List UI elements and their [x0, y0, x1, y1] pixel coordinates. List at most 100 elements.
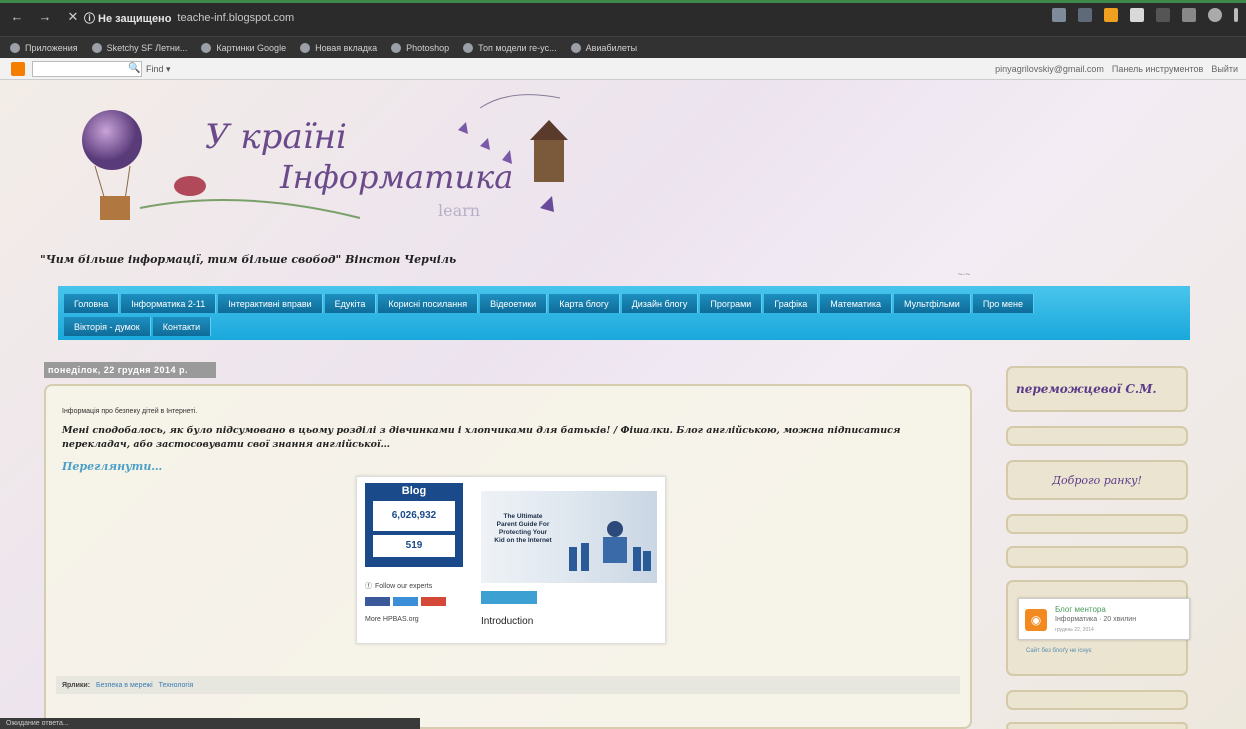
menu-item[interactable]: Інтерактивні вправи	[218, 294, 323, 313]
status-bar: Ожидание ответа...	[0, 718, 420, 729]
read-article-button[interactable]	[481, 591, 537, 604]
label-link[interactable]: Технологія	[159, 682, 194, 689]
rss-title[interactable]: Блог ментора	[1055, 605, 1106, 614]
bookmark-favicon-icon	[463, 42, 474, 53]
bookmark-item[interactable]: Приложения	[10, 42, 78, 53]
follow-label: Follow our experts	[375, 582, 433, 590]
user-email: pinyagrilovskiy@gmail.com	[995, 64, 1104, 74]
extension-shield-icon[interactable]	[1130, 8, 1144, 22]
menu-item[interactable]: Мультфільми	[894, 294, 971, 313]
facebook-share-button[interactable]	[365, 597, 390, 606]
bookmark-item[interactable]: Топ модели ге-ус...	[463, 42, 557, 53]
translate-icon[interactable]	[1052, 8, 1066, 22]
bookmark-label: Авиабилеты	[585, 42, 638, 53]
header-illustration: У країні Інформатика learn	[82, 94, 568, 220]
main-navigation: Головна Інформатика 2-11 Інтерактивні впра…	[58, 286, 1190, 340]
blog-search-input[interactable]	[32, 61, 142, 77]
read-more-link[interactable]: Переглянути…	[62, 460, 162, 473]
bookmark-item[interactable]: Новая вкладка	[300, 42, 378, 53]
bookmark-favicon-icon	[300, 42, 311, 53]
loading-bar	[0, 0, 1246, 3]
blog-tagline: "Чим більше інформації, тим більше свобо…	[40, 253, 457, 266]
search-icon[interactable]: 🔍	[128, 63, 140, 74]
menu-item[interactable]: Корисні посилання	[378, 294, 479, 313]
extension-orange-icon[interactable]	[1104, 8, 1118, 22]
balloon-icon	[82, 110, 142, 170]
bookmark-label: Новая вкладка	[315, 42, 378, 53]
author-name: переможцевої С.М.	[1016, 382, 1157, 396]
bookmark-favicon-icon	[570, 42, 581, 53]
menu-icon[interactable]	[1234, 8, 1238, 22]
menu-item[interactable]: Дизайн блогу	[621, 294, 699, 313]
header-decoration-text: ~·~	[958, 270, 971, 279]
post-labels: Ярлики: Безпека в мережі Технологія	[56, 676, 960, 694]
menu-item[interactable]: Карта блогу	[549, 294, 620, 313]
menu-item[interactable]: Графіка	[764, 294, 819, 313]
menu-row-2: Вікторія - думок Контакти	[64, 317, 213, 336]
article-thumbnail[interactable]: The Ultimate Parent Guide For Protecting…	[481, 491, 657, 583]
address-bar[interactable]: ⓘ Не защищено teache-inf.blogspot.com	[84, 8, 1034, 28]
extension-icons	[1052, 8, 1238, 22]
counter-total: 6,026,932	[373, 501, 455, 531]
security-indicator[interactable]: ⓘ Не защищено	[84, 10, 171, 26]
menu-item[interactable]: Едукіта	[324, 294, 377, 313]
blog-page: У країні Інформатика learn "Чим більше і…	[0, 80, 1246, 729]
rss-footer-link[interactable]: Сайт без блоґу не існує	[1026, 648, 1092, 654]
blogger-navbar: 🔍 Find ▾ pinyagrilovskiy@gmail.com Панел…	[0, 58, 1246, 80]
forward-icon[interactable]: →	[38, 9, 52, 25]
sidebar-widget-empty-3	[1006, 546, 1188, 568]
header-subtitle: learn	[438, 201, 480, 220]
header-title-line1: У країні	[205, 117, 347, 157]
header-title-line2: Інформатика	[279, 158, 513, 196]
bookmarks-bar: Приложения Sketchy SF Летни... Картинки Go…	[0, 36, 1246, 58]
menu-row-1: Головна Інформатика 2-11 Інтерактивні впра…	[64, 294, 1036, 313]
menu-item[interactable]: Математика	[820, 294, 892, 313]
extension-dark-icon[interactable]	[1156, 8, 1170, 22]
bookmark-item[interactable]: Авиабилеты	[570, 42, 638, 53]
profile-icon[interactable]	[1208, 8, 1222, 22]
post-intro-line: Інформація про безпеку дітей в Інтернеті…	[62, 408, 198, 415]
blog-post: Інформація про безпеку дітей в Інтернеті…	[44, 384, 972, 729]
stop-icon[interactable]: ✕	[66, 9, 80, 25]
post-date: понеділок, 22 грудня 2014 р.	[44, 362, 216, 378]
rss-feed-card[interactable]: ◉ Блог ментора Інформатика · 20 хвилин г…	[1018, 598, 1190, 640]
url-text[interactable]: teache-inf.blogspot.com	[177, 12, 294, 24]
logout-link[interactable]: Выйти	[1211, 64, 1238, 74]
label-link[interactable]: Безпека в мережі	[96, 682, 153, 689]
menu-item[interactable]: Про мене	[972, 294, 1034, 313]
bookmark-label: Sketchy SF Летни...	[106, 42, 188, 53]
back-icon[interactable]: ←	[10, 9, 24, 25]
menu-item[interactable]: Інформатика 2-11	[121, 294, 217, 313]
bookmark-label: Картинки Google	[216, 42, 287, 53]
butterfly-icon	[540, 196, 554, 212]
menu-item[interactable]: Програми	[700, 294, 763, 313]
sidebar-author-widget: переможцевої С.М.	[1006, 366, 1188, 412]
blogger-logo-icon[interactable]	[11, 62, 25, 76]
visitor-counter: Blog 6,026,932 519	[365, 483, 463, 567]
embedded-preview: Blog 6,026,932 519 ⓕ Follow our experts …	[356, 476, 666, 644]
bookmark-favicon-icon	[91, 42, 102, 53]
bookmark-item[interactable]: Photoshop	[391, 42, 449, 53]
bookmark-item[interactable]: Sketchy SF Летни...	[91, 42, 188, 53]
more-link[interactable]: More HPBAS.org	[365, 616, 463, 623]
dashboard-link[interactable]: Панель инструментов	[1112, 64, 1204, 74]
cast-icon[interactable]	[1182, 8, 1196, 22]
google-share-button[interactable]	[421, 597, 446, 606]
menu-item[interactable]: Вікторія - думок	[64, 317, 151, 336]
bookmark-label: Топ модели ге-ус...	[478, 42, 557, 53]
follow-experts[interactable]: ⓕ Follow our experts	[365, 581, 463, 591]
menu-item[interactable]: Контакти	[152, 317, 212, 336]
more-dropdown[interactable]: Find ▾	[146, 64, 171, 75]
people-illustration-icon	[569, 521, 651, 571]
star-icon[interactable]	[1078, 8, 1092, 22]
menu-item[interactable]: Відеоетики	[480, 294, 548, 313]
counter-today: 519	[373, 535, 455, 557]
labels-prefix: Ярлики:	[62, 681, 91, 689]
embed-right-panel: The Ultimate Parent Guide For Protecting…	[481, 491, 661, 641]
menu-item[interactable]: Головна	[64, 294, 120, 313]
follow-icon: ⓕ	[365, 583, 372, 590]
twitter-share-button[interactable]	[393, 597, 418, 606]
birdhouse-icon	[534, 138, 564, 182]
share-buttons	[365, 597, 463, 606]
bookmark-item[interactable]: Картинки Google	[201, 42, 287, 53]
